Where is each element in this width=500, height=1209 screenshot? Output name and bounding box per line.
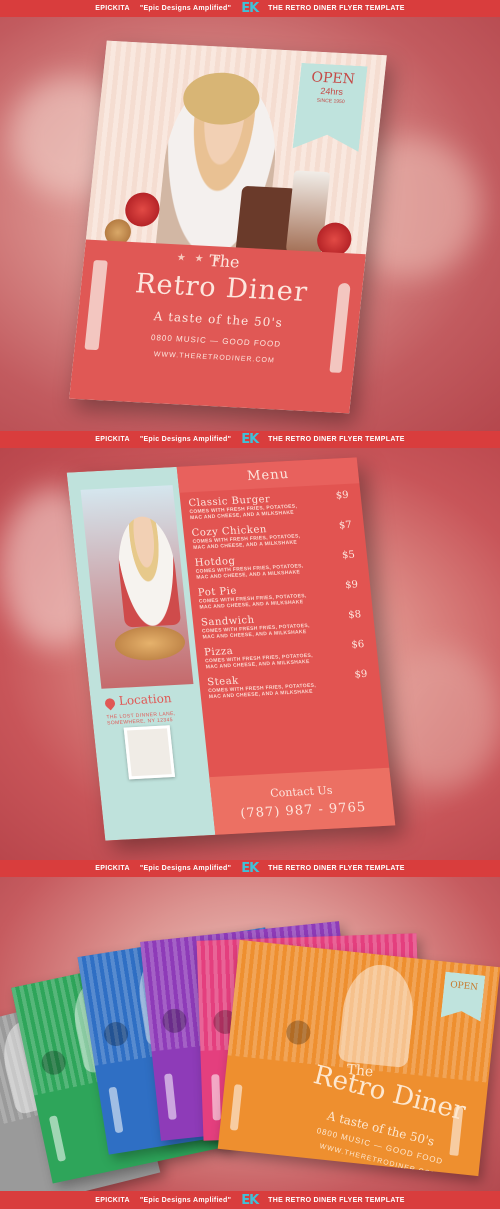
ek-logo-icon: EK	[241, 432, 259, 447]
bottom-banner: EPICKITA "Epic Designs Amplified" EK THE…	[0, 1191, 500, 1209]
menu-item-price: $8	[347, 609, 362, 621]
background-blur	[380, 648, 500, 788]
menu-item-price: $6	[350, 639, 365, 651]
brand-name: EPICKITA	[95, 5, 130, 12]
pie-image	[113, 624, 187, 662]
top-banner: EPICKITA "Epic Designs Amplified" EK THE…	[0, 0, 500, 17]
ek-logo-icon: EK	[241, 1, 259, 16]
fork-icon	[48, 1115, 67, 1162]
ek-logo-icon: EK	[241, 861, 259, 876]
fork-icon	[164, 1073, 177, 1120]
fork-icon	[108, 1086, 124, 1134]
badge-hours: 24hrs	[319, 85, 344, 97]
menu-item-price: $9	[354, 668, 368, 681]
brand-tagline: "Epic Designs Amplified"	[139, 865, 232, 872]
brand-tagline: "Epic Designs Amplified"	[139, 5, 232, 12]
menu-item-price: $5	[341, 549, 356, 562]
brand-tagline: "Epic Designs Amplified"	[139, 1196, 232, 1204]
template-name: THE RETRO DINER FLYER TEMPLATE	[268, 1196, 405, 1204]
girl-image	[113, 515, 182, 628]
location-title: Location	[118, 691, 173, 708]
menu-items: Classic Burger $9 COMES WITH FRESH FRIES…	[188, 490, 374, 707]
fork-icon	[229, 1084, 243, 1131]
front-flyer-panel: OPEN 24hrs SINCE 1950 ★ ★ ★ The Retro Di…	[0, 17, 500, 431]
brand-name: EPICKITA	[95, 865, 130, 872]
middle-banner: EPICKITA "Epic Designs Amplified" EK THE…	[0, 431, 500, 448]
color-variants-panel: OPEN The Retro Diner A taste of the 50's…	[0, 877, 500, 1191]
location-photo	[123, 725, 176, 780]
brand-name: EPICKITA	[95, 436, 130, 443]
menu-flyer-panel: Location THE LOST DINNER LANE, SOMEWHERE…	[0, 448, 500, 860]
menu-flyer: Location THE LOST DINNER LANE, SOMEWHERE…	[66, 457, 396, 841]
front-flyer: OPEN 24hrs SINCE 1950 ★ ★ ★ The Retro Di…	[69, 40, 387, 414]
fork-icon	[211, 1074, 221, 1121]
ek-logo-icon: EK	[241, 1192, 259, 1208]
menu-item-price: $9	[335, 489, 350, 502]
menu-item-price: $9	[344, 579, 359, 591]
middle-banner-2: EPICKITA "Epic Designs Amplified" EK THE…	[0, 860, 500, 877]
badge-since: SINCE 1950	[316, 97, 345, 106]
template-name: THE RETRO DINER FLYER TEMPLATE	[268, 865, 405, 872]
template-name: THE RETRO DINER FLYER TEMPLATE	[268, 436, 405, 443]
template-name: THE RETRO DINER FLYER TEMPLATE	[268, 5, 405, 12]
badge-open: OPEN	[449, 980, 479, 994]
brand-tagline: "Epic Designs Amplified"	[139, 436, 232, 443]
menu-item-price: $7	[338, 519, 353, 532]
brand-name: EPICKITA	[95, 1196, 130, 1204]
flyer-variant-orange: OPEN The Retro Diner A taste of the 50's…	[217, 939, 500, 1177]
